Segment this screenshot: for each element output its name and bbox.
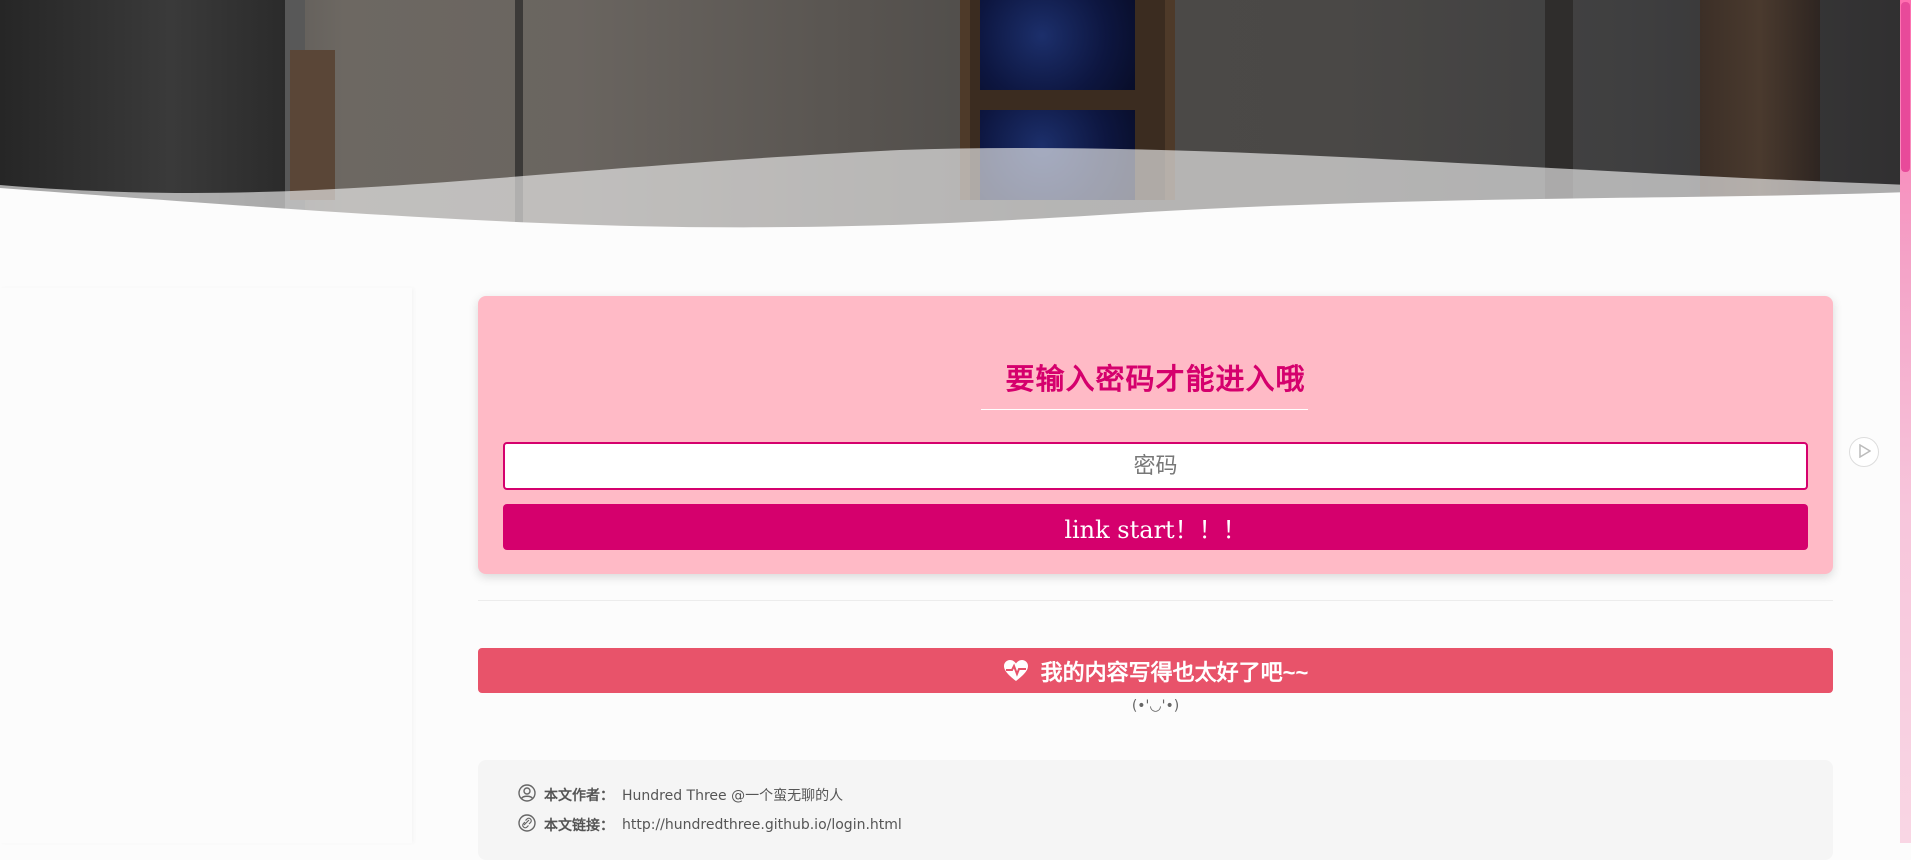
praise-kaomoji: (•'◡'•) (1131, 698, 1180, 714)
password-card-title: 要输入密码才能进入哦 (1005, 362, 1306, 396)
post-copyright: 本文作者： Hundred Three @一个蛮无聊的人 本文链接： http:… (478, 760, 1833, 860)
heartbeat-icon (1003, 659, 1029, 683)
play-arrow-icon (1857, 443, 1872, 462)
praise-label: 我的内容写得也太好了吧~~ (1040, 659, 1309, 685)
author-label: 本文作者： (544, 788, 614, 804)
sidebar-column (0, 288, 412, 843)
author-value: Hundred Three @一个蛮无聊的人 (622, 788, 844, 804)
link-row: 本文链接： http://hundredthree.github.io/logi… (518, 814, 902, 836)
link-label: 本文链接： (544, 818, 614, 834)
link-icon (518, 814, 536, 836)
header-banner (0, 0, 1911, 270)
password-input[interactable] (503, 442, 1808, 490)
user-circle-icon (518, 784, 536, 806)
author-row: 本文作者： Hundred Three @一个蛮无聊的人 (518, 784, 843, 806)
content-divider (478, 600, 1833, 601)
wave-divider (0, 148, 1911, 270)
password-card: 要输入密码才能进入哦 link start！！！ (478, 296, 1833, 574)
post-link[interactable]: http://hundredthree.github.io/login.html (622, 817, 902, 833)
next-post-button[interactable] (1849, 437, 1879, 467)
praise-button[interactable]: 我的内容写得也太好了吧~~ (478, 648, 1833, 693)
title-underline (981, 409, 1308, 410)
scrollbar-thumb[interactable] (1901, 2, 1910, 172)
link-start-button[interactable]: link start！！！ (503, 504, 1808, 550)
